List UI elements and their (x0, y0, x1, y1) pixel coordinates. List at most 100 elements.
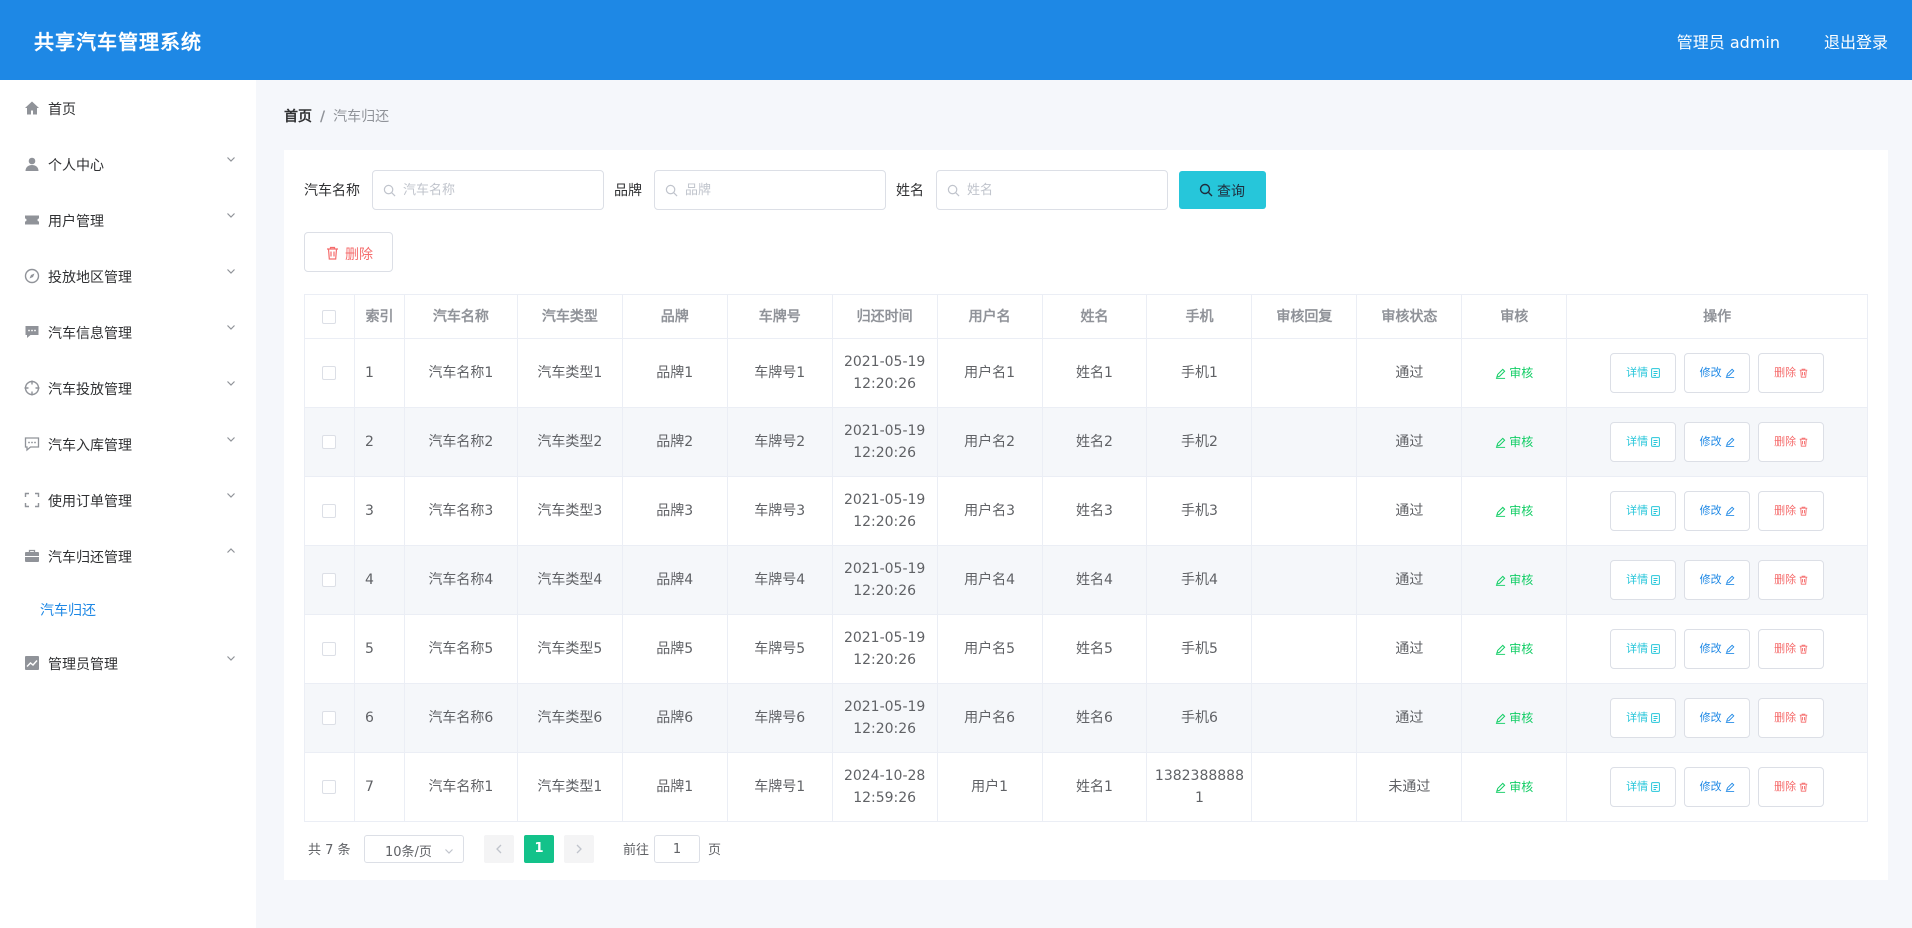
car-name-input[interactable] (403, 179, 593, 201)
return-table: 索引 汽车名称 汽车类型 品牌 车牌号 归还时间 用户名 姓名 手机 审核回复 … (304, 294, 1869, 822)
prev-page-button[interactable] (484, 835, 514, 863)
audit-button[interactable]: 审核 (1495, 638, 1533, 660)
audit-button[interactable]: 审核 (1495, 362, 1533, 384)
trash-icon (1799, 437, 1808, 447)
detail-button[interactable]: 详情 (1610, 767, 1677, 807)
sidebar-item-car-storage[interactable]: 汽车入库管理 (0, 416, 256, 472)
row-checkbox[interactable] (322, 435, 337, 449)
edit-button[interactable]: 修改 (1684, 629, 1751, 669)
sidebar-subitem-car-return[interactable]: 汽车归还 (0, 584, 256, 634)
audit-button[interactable]: 审核 (1495, 776, 1533, 798)
edit-button[interactable]: 修改 (1684, 560, 1751, 600)
audit-button[interactable]: 审核 (1495, 431, 1533, 453)
status-cell: 通过 (1357, 684, 1463, 753)
page-size-select[interactable]: 10条/页 (364, 835, 464, 863)
plate-text: 车牌号1 (754, 365, 806, 381)
bulk-delete-button[interactable]: 删除 (304, 232, 393, 272)
delete-button[interactable]: 删除 (1758, 629, 1825, 669)
chevron-down-icon (227, 213, 235, 218)
name-text: 姓名3 (1076, 503, 1113, 519)
name-input[interactable] (967, 179, 1157, 201)
search-icon (947, 184, 960, 197)
detail-button[interactable]: 详情 (1610, 560, 1677, 600)
audit-label: 审核 (1509, 435, 1534, 449)
actions-cell: 详情 修改 删除 (1567, 753, 1869, 822)
current-user: 管理员 admin (1676, 33, 1780, 52)
name-cell: 姓名6 (1042, 684, 1148, 753)
car-name-field[interactable] (372, 170, 604, 210)
detail-button[interactable]: 详情 (1610, 422, 1677, 462)
detail-button[interactable]: 详情 (1610, 698, 1677, 738)
car-type-cell: 汽车类型2 (517, 408, 623, 477)
delete-button[interactable]: 删除 (1758, 422, 1825, 462)
detail-button[interactable]: 详情 (1610, 353, 1677, 393)
name-field[interactable] (936, 170, 1168, 210)
chevron-down-icon (227, 325, 235, 330)
bulk-delete-label: 删除 (345, 247, 373, 263)
delete-button[interactable]: 删除 (1758, 560, 1825, 600)
sidebar-item-home[interactable]: 首页 (0, 80, 256, 136)
row-checkbox[interactable] (322, 573, 337, 587)
sidebar-item-regions[interactable]: 投放地区管理 (0, 248, 256, 304)
edit-button[interactable]: 修改 (1684, 422, 1751, 462)
edit-button[interactable]: 修改 (1684, 698, 1751, 738)
search-button[interactable]: 查询 (1179, 171, 1266, 209)
username-cell: 用户名3 (937, 477, 1043, 546)
column-header: 汽车名称 (404, 295, 518, 339)
audit-cell: 审核 (1462, 615, 1568, 684)
row-checkbox[interactable] (322, 366, 337, 380)
plate-cell: 车牌号1 (727, 753, 833, 822)
sidebar-item-car-info[interactable]: 汽车信息管理 (0, 304, 256, 360)
return-time-cell: 2021-05-19 12:20:26 (832, 477, 938, 546)
audit-button[interactable]: 审核 (1495, 707, 1533, 729)
delete-button[interactable]: 删除 (1758, 698, 1825, 738)
row-checkbox[interactable] (322, 780, 337, 794)
return-date: 2021-05-19 (843, 492, 926, 508)
page-suffix: 页 (708, 843, 722, 858)
audit-cell: 审核 (1462, 408, 1568, 477)
sidebar-item-orders[interactable]: 使用订单管理 (0, 472, 256, 528)
car-type-text: 汽车类型2 (537, 434, 603, 450)
edit-icon (1725, 437, 1735, 447)
status-text: 未通过 (1388, 779, 1431, 795)
sidebar-item-users[interactable]: 用户管理 (0, 192, 256, 248)
username-cell: 用户名1 (937, 339, 1043, 408)
car-type-text: 汽车类型1 (537, 779, 603, 795)
brand-field[interactable] (654, 170, 886, 210)
status-text: 通过 (1395, 503, 1424, 519)
car-name-text: 汽车名称1 (428, 365, 494, 381)
plate-text: 车牌号4 (754, 572, 806, 588)
delete-button[interactable]: 删除 (1758, 353, 1825, 393)
column-header: 品牌 (622, 295, 728, 339)
brand-input[interactable] (685, 179, 875, 201)
logout-link[interactable]: 退出登录 (1824, 29, 1888, 53)
sidebar-item-profile[interactable]: 个人中心 (0, 136, 256, 192)
audit-button[interactable]: 审核 (1495, 500, 1533, 522)
edit-icon (1496, 506, 1506, 517)
table-body: 1 汽车名称1 汽车类型1 品牌1 车牌号1 2021-05-19 12:20:26 用户名1… (305, 339, 1869, 822)
brand-text: 品牌1 (656, 365, 694, 381)
page-number-current[interactable]: 1 (524, 835, 554, 863)
sidebar-item-car-deploy[interactable]: 汽车投放管理 (0, 360, 256, 416)
breadcrumb-home[interactable]: 首页 (284, 109, 312, 125)
detail-button[interactable]: 详情 (1610, 491, 1677, 531)
edit-button[interactable]: 修改 (1684, 491, 1751, 531)
sidebar-item-car-return[interactable]: 汽车归还管理 (0, 528, 256, 584)
audit-button[interactable]: 审核 (1495, 569, 1533, 591)
brand-text: 品牌4 (656, 572, 694, 588)
app-title: 共享汽车管理系统 (34, 30, 202, 54)
delete-button[interactable]: 删除 (1758, 491, 1825, 531)
goto-page-input[interactable] (654, 835, 700, 863)
detail-button[interactable]: 详情 (1610, 629, 1677, 669)
row-checkbox[interactable] (322, 711, 337, 725)
select-all-checkbox[interactable] (322, 309, 337, 324)
search-icon (1199, 183, 1213, 197)
delete-button[interactable]: 删除 (1758, 767, 1825, 807)
edit-button[interactable]: 修改 (1684, 767, 1751, 807)
sidebar-item-admins[interactable]: 管理员管理 (0, 635, 256, 691)
next-page-button[interactable] (564, 835, 594, 863)
row-checkbox[interactable] (322, 504, 337, 518)
return-time-text: 2021-05-19 12:20:26 (844, 489, 925, 533)
row-checkbox[interactable] (322, 642, 337, 656)
edit-button[interactable]: 修改 (1684, 353, 1751, 393)
